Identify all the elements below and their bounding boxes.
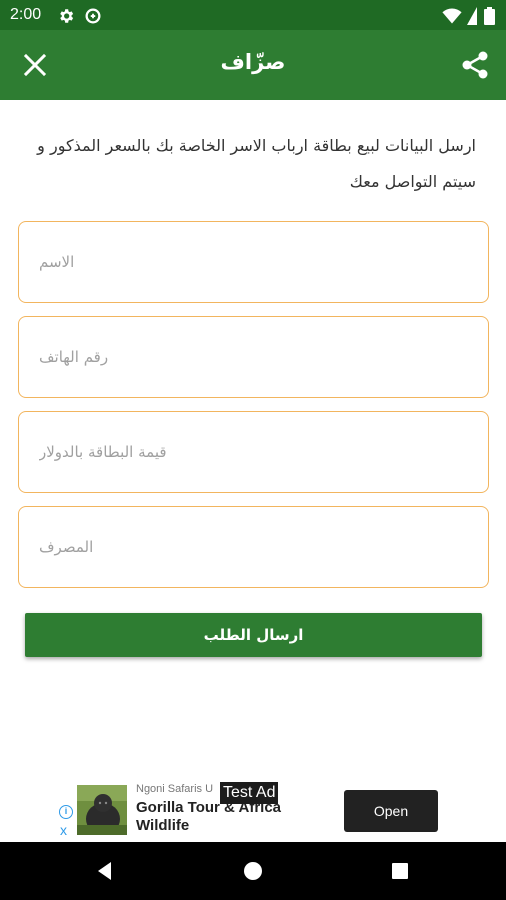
card-value-input[interactable] [19,412,488,492]
description-text: ارسل البيانات لبيع بطاقة ارباب الاسر الخ… [37,136,476,191]
recents-icon[interactable] [385,856,415,886]
name-input[interactable] [19,222,488,302]
ad-open-button[interactable]: Open [344,790,438,832]
status-bar: 2:00 [0,0,506,30]
data-saver-icon [85,8,101,24]
ad-headline[interactable]: Gorilla Tour & Africa Wildlife [136,799,311,835]
battery-icon [484,7,495,25]
phone-input[interactable] [19,317,488,397]
home-icon[interactable] [238,856,268,886]
phone-field[interactable] [18,316,489,398]
app-bar: صزّاف [0,30,506,100]
info-icon[interactable]: i [59,805,73,819]
test-ad-label: Test Ad [220,782,279,804]
settings-icon [60,9,74,23]
ad-close-icon[interactable]: x [60,822,67,838]
signal-icon [467,7,477,25]
back-icon[interactable] [90,856,120,886]
gorilla-image [77,785,127,835]
name-field[interactable] [18,221,489,303]
navigation-bar [0,842,506,900]
share-icon[interactable] [458,48,492,82]
card-value-field[interactable] [18,411,489,493]
wifi-icon [442,8,462,24]
bank-field[interactable] [18,506,489,588]
ad-banner[interactable]: i x Ngoni Safaris U Gorilla Tour & Afric… [57,779,450,841]
page-title: صزّاف [220,50,286,74]
ad-advertiser: Ngoni Safaris U [136,783,214,795]
submit-button[interactable]: ارسال الطلب [25,613,482,657]
bank-input[interactable] [19,507,488,587]
ad-image[interactable] [77,785,127,835]
status-time: 2:00 [10,6,42,23]
